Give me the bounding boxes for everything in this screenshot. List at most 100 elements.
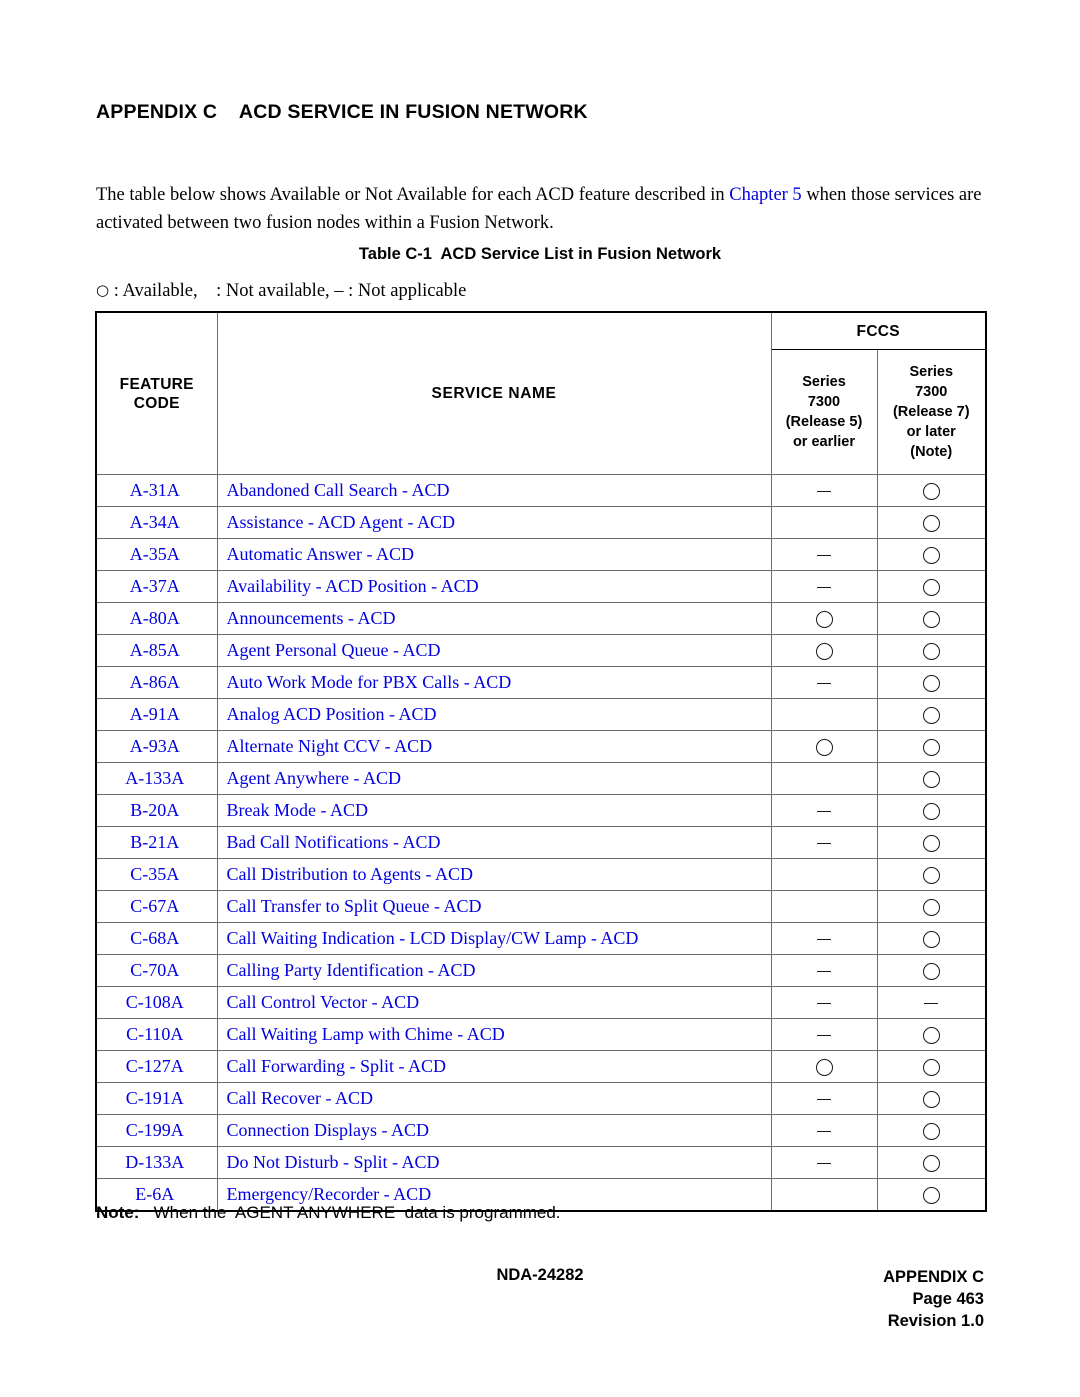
table-body: A-31A Abandoned Call Search - ACD A-34A Ass…	[95, 474, 987, 1212]
cell-service-name: Call Waiting Indication - LCD Display/CW…	[216, 922, 772, 955]
column-header-feature-code: FEATURE CODE	[95, 311, 218, 475]
legend-text: : Available, : Not available, – : Not ap…	[109, 281, 467, 301]
cell-release-5-status	[770, 954, 878, 987]
cell-release-5-status	[770, 826, 878, 859]
table-row: A-80A Announcements - ACD	[95, 602, 987, 635]
cell-release-5-status	[770, 922, 878, 955]
cell-service-name: Analog ACD Position - ACD	[216, 698, 772, 731]
available-circle-icon	[922, 963, 940, 981]
cell-feature-code: C-70A	[95, 954, 218, 987]
cell-feature-code: C-191A	[95, 1082, 218, 1115]
not-applicable-dash-icon	[817, 587, 831, 589]
cell-feature-code: C-108A	[95, 986, 218, 1019]
cell-service-name: Automatic Answer - ACD	[216, 538, 772, 571]
available-circle-icon	[922, 1059, 940, 1077]
cell-release-7-status	[876, 890, 987, 923]
available-circle-icon	[922, 643, 940, 661]
not-applicable-dash-icon	[817, 971, 831, 973]
cell-release-7-status	[876, 1082, 987, 1115]
cell-release-5-status	[770, 890, 878, 923]
acd-service-table: FEATURE CODE SERVICE NAME FCCS Series 73…	[95, 311, 987, 1212]
cell-feature-code: B-20A	[95, 794, 218, 827]
available-circle-icon	[922, 899, 940, 917]
cell-release-7-status	[876, 602, 987, 635]
legend-circle-icon: ○	[96, 281, 110, 299]
column-header-release-5: Series 7300 (Release 5) or earlier	[770, 349, 878, 475]
not-applicable-dash-icon	[817, 1163, 831, 1165]
cell-service-name: Availability - ACD Position - ACD	[216, 570, 772, 603]
available-circle-icon	[815, 739, 833, 757]
table-row: C-68A Call Waiting Indication - LCD Displ…	[95, 922, 987, 955]
cell-release-7-status	[876, 730, 987, 763]
available-circle-icon	[922, 579, 940, 597]
table-header: FEATURE CODE SERVICE NAME FCCS Series 73…	[95, 311, 987, 475]
table-row: A-31A Abandoned Call Search - ACD	[95, 474, 987, 507]
cell-feature-code: C-68A	[95, 922, 218, 955]
cell-service-name: Call Control Vector - ACD	[216, 986, 772, 1019]
cell-feature-code: C-35A	[95, 858, 218, 891]
not-available-blank-icon	[817, 901, 831, 915]
cell-feature-code: C-110A	[95, 1018, 218, 1051]
legend: ○ : Available, : Not available, – : Not …	[96, 281, 466, 302]
table-row: A-133A Agent Anywhere - ACD	[95, 762, 987, 795]
table-caption: Table C-1 ACD Service List in Fusion Net…	[358, 245, 722, 263]
note-label: Note:	[96, 1203, 140, 1222]
cell-service-name: Auto Work Mode for PBX Calls - ACD	[216, 666, 772, 699]
not-applicable-dash-icon	[817, 555, 831, 557]
cell-service-name: Call Transfer to Split Queue - ACD	[216, 890, 772, 923]
available-circle-icon	[922, 515, 940, 533]
cell-service-name: Do Not Disturb - Split - ACD	[216, 1146, 772, 1179]
cell-service-name: Announcements - ACD	[216, 602, 772, 635]
available-circle-icon	[922, 771, 940, 789]
not-applicable-dash-icon	[817, 1131, 831, 1133]
cell-release-7-status	[876, 1146, 987, 1179]
cell-service-name: Abandoned Call Search - ACD	[216, 474, 772, 507]
not-applicable-dash-icon	[817, 1035, 831, 1037]
table-row: B-20A Break Mode - ACD	[95, 794, 987, 827]
footer-revision: Revision 1.0	[887, 1312, 984, 1330]
table-row: A-35A Automatic Answer - ACD	[95, 538, 987, 571]
available-circle-icon	[922, 1091, 940, 1109]
chapter-5-link[interactable]: Chapter 5	[729, 185, 801, 205]
not-applicable-dash-icon	[817, 1099, 831, 1101]
cell-feature-code: A-86A	[95, 666, 218, 699]
cell-release-5-status	[770, 474, 878, 507]
header-row-top: FEATURE CODE SERVICE NAME FCCS	[95, 311, 987, 475]
cell-release-5-status	[770, 1082, 878, 1115]
table-row: A-91A Analog ACD Position - ACD	[95, 698, 987, 731]
table-row: A-86A Auto Work Mode for PBX Calls - ACD	[95, 666, 987, 699]
table-row: A-37A Availability - ACD Position - ACD	[95, 570, 987, 603]
not-available-blank-icon	[817, 1189, 831, 1203]
available-circle-icon	[815, 611, 833, 629]
not-available-blank-icon	[817, 869, 831, 883]
cell-release-7-status	[876, 922, 987, 955]
cell-feature-code: C-127A	[95, 1050, 218, 1083]
available-circle-icon	[922, 707, 940, 725]
cell-release-5-status	[770, 730, 878, 763]
cell-service-name: Agent Personal Queue - ACD	[216, 634, 772, 667]
cell-release-7-status	[876, 506, 987, 539]
table-row: C-127A Call Forwarding - Split - ACD	[95, 1050, 987, 1083]
cell-feature-code: A-35A	[95, 538, 218, 571]
table-row: C-67A Call Transfer to Split Queue - ACD	[95, 890, 987, 923]
cell-feature-code: A-91A	[95, 698, 218, 731]
cell-release-5-status	[770, 538, 878, 571]
table-row: B-21A Bad Call Notifications - ACD	[95, 826, 987, 859]
cell-release-7-status	[876, 1114, 987, 1147]
cell-release-5-status	[770, 1114, 878, 1147]
note-text: When the AGENT ANYWHERE data is programm…	[139, 1203, 561, 1222]
cell-feature-code: A-37A	[95, 570, 218, 603]
not-applicable-dash-icon	[817, 843, 831, 845]
cell-feature-code: A-93A	[95, 730, 218, 763]
table-row: C-191A Call Recover - ACD	[95, 1082, 987, 1115]
available-circle-icon	[922, 739, 940, 757]
cell-release-7-status	[876, 986, 987, 1019]
not-available-blank-icon	[817, 709, 831, 723]
cell-release-5-status	[770, 570, 878, 603]
available-circle-icon	[922, 1123, 940, 1141]
cell-service-name: Call Waiting Lamp with Chime - ACD	[216, 1018, 772, 1051]
document-page: APPENDIX C ACD SERVICE IN FUSION NETWORK…	[0, 0, 1080, 1397]
cell-release-7-status	[876, 1178, 987, 1212]
cell-service-name: Calling Party Identification - ACD	[216, 954, 772, 987]
cell-release-7-status	[876, 474, 987, 507]
